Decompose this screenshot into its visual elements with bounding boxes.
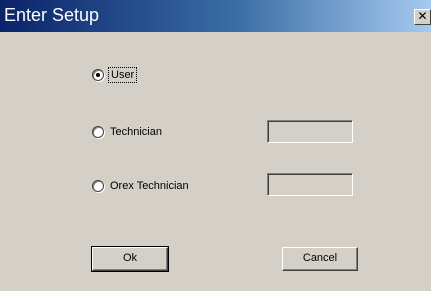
radio-user[interactable]: User — [92, 67, 138, 83]
radio-label-technician: Technician — [110, 126, 162, 138]
close-icon: ✕ — [417, 9, 428, 23]
radio-technician[interactable]: Technician — [92, 124, 162, 140]
radio-label-orex-technician: Orex Technician — [110, 180, 189, 192]
technician-field[interactable] — [267, 120, 353, 143]
radio-button-user[interactable] — [92, 69, 104, 81]
radio-button-technician[interactable] — [92, 126, 104, 138]
close-button[interactable]: ✕ — [414, 9, 431, 25]
ok-button[interactable]: Ok — [91, 246, 169, 272]
cancel-button[interactable]: Cancel — [282, 247, 358, 271]
radio-orex-technician[interactable]: Orex Technician — [92, 178, 189, 194]
title-bar[interactable]: Enter Setup ✕ — [0, 0, 431, 32]
radio-button-orex-technician[interactable] — [92, 180, 104, 192]
orex-technician-field[interactable] — [267, 173, 353, 196]
enter-setup-dialog: Enter Setup ✕ User Technician Orex Techn… — [0, 0, 431, 291]
radio-label-user: User — [107, 67, 138, 83]
window-title: Enter Setup — [4, 5, 100, 25]
